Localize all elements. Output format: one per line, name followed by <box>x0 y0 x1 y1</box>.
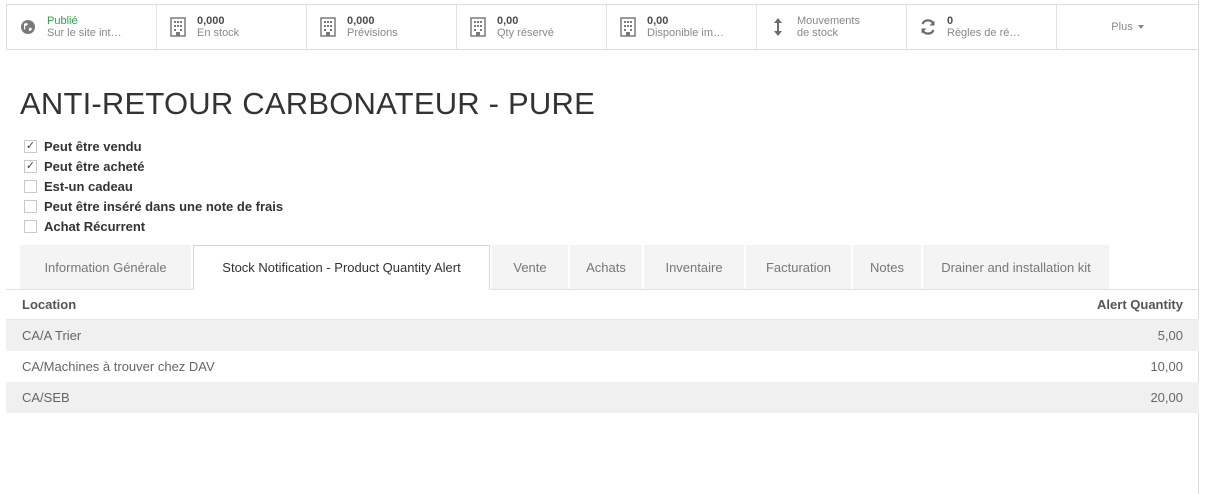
building-icon <box>469 16 487 38</box>
notebook-tabs: Information Générale Stock Notification … <box>20 245 1111 290</box>
more-dropdown-button[interactable]: Plus <box>1057 5 1198 49</box>
building-icon <box>319 16 337 38</box>
tab-general-information[interactable]: Information Générale <box>20 245 191 289</box>
product-title[interactable]: ANTI-RETOUR CARBONATEUR - PURE <box>20 86 595 122</box>
checkbox-box[interactable] <box>24 219 37 233</box>
checkbox-label: Peut être inséré dans une note de frais <box>44 198 284 214</box>
can-be-purchased-checkbox[interactable]: ✓ Peut être acheté <box>24 156 283 176</box>
tab-invoicing[interactable]: Facturation <box>746 245 851 289</box>
checkbox-box[interactable]: ✓ <box>24 159 37 173</box>
tab-stock-notification[interactable]: Stock Notification - Product Quantity Al… <box>193 245 490 290</box>
reordering-rules-button[interactable]: 0 Règles de ré… <box>907 5 1057 49</box>
quantity-cell: 20,00 <box>1150 390 1183 405</box>
reserved-qty-label: Qty réservé <box>497 27 554 39</box>
checkbox-box[interactable] <box>24 179 37 193</box>
checkbox-label: Achat Récurrent <box>44 218 146 234</box>
vertical-arrows-icon <box>769 16 787 38</box>
forecast-label: Prévisions <box>347 27 398 39</box>
quantity-cell: 5,00 <box>1157 328 1183 343</box>
on-hand-value: 0,000 <box>197 15 225 27</box>
tab-sales[interactable]: Vente <box>492 245 568 289</box>
table-row[interactable]: CA/SEB 20,00 <box>6 382 1199 413</box>
forecast-value: 0,000 <box>347 15 375 27</box>
globe-icon <box>19 16 37 38</box>
is-gift-checkbox[interactable]: Est-un cadeau <box>24 176 283 196</box>
checkbox-label: Est-un cadeau <box>44 178 133 194</box>
forecast-button[interactable]: 0,000 Prévisions <box>307 5 457 49</box>
tab-purchases[interactable]: Achats <box>570 245 642 289</box>
product-options: ✓ Peut être vendu ✓ Peut être acheté Est… <box>24 136 283 236</box>
website-published-button[interactable]: Publié Sur le site int… <box>7 5 157 49</box>
scrollbar-track <box>1198 0 1199 494</box>
location-cell: CA/Machines à trouver chez DAV <box>22 359 215 374</box>
reordering-rules-label: Règles de ré… <box>947 27 1021 39</box>
recurring-purchase-checkbox[interactable]: Achat Récurrent <box>24 216 283 236</box>
published-label: Sur le site int… <box>47 27 122 39</box>
stock-moves-button[interactable]: Mouvements de stock <box>757 5 907 49</box>
tab-drainer-installation-kit[interactable]: Drainer and installation kit <box>923 245 1109 289</box>
reserved-qty-button[interactable]: 0,00 Qty réservé <box>457 5 607 49</box>
reserved-qty-value: 0,00 <box>497 15 519 27</box>
table-row[interactable]: CA/A Trier 5,00 <box>6 320 1199 351</box>
stock-moves-line2: de stock <box>797 27 838 39</box>
on-hand-button[interactable]: 0,000 En stock <box>157 5 307 49</box>
checkbox-label: Peut être vendu <box>44 138 142 154</box>
building-icon <box>619 16 637 38</box>
expense-note-checkbox[interactable]: Peut être inséré dans une note de frais <box>24 196 283 216</box>
more-label: Plus <box>1111 21 1133 33</box>
reordering-rules-value: 0 <box>947 15 954 27</box>
location-column-header[interactable]: Location <box>22 297 76 312</box>
available-value: 0,00 <box>647 15 669 27</box>
quantity-alert-table: Location Alert Quantity CA/A Trier 5,00 … <box>6 290 1199 413</box>
table-row[interactable]: CA/Machines à trouver chez DAV 10,00 <box>6 351 1199 382</box>
table-header: Location Alert Quantity <box>6 290 1199 320</box>
location-cell: CA/A Trier <box>22 328 82 343</box>
smart-buttons-bar: Publié Sur le site int… 0,000 En stock 0… <box>6 4 1199 50</box>
available-label: Disponible im… <box>647 27 725 39</box>
on-hand-label: En stock <box>197 27 240 39</box>
checkbox-box[interactable] <box>24 199 37 213</box>
available-button[interactable]: 0,00 Disponible im… <box>607 5 757 49</box>
quantity-cell: 10,00 <box>1150 359 1183 374</box>
location-cell: CA/SEB <box>22 390 70 405</box>
checkbox-label: Peut être acheté <box>44 158 145 174</box>
tab-inventory[interactable]: Inventaire <box>644 245 744 289</box>
alert-quantity-column-header[interactable]: Alert Quantity <box>1097 297 1183 312</box>
checkbox-box[interactable]: ✓ <box>24 139 37 153</box>
building-icon <box>169 16 187 38</box>
stock-moves-line1: Mouvements <box>797 15 860 27</box>
published-status: Publié <box>47 15 78 27</box>
refresh-icon <box>919 16 937 38</box>
caret-down-icon <box>1137 25 1144 29</box>
can-be-sold-checkbox[interactable]: ✓ Peut être vendu <box>24 136 283 156</box>
tab-notes[interactable]: Notes <box>853 245 921 289</box>
